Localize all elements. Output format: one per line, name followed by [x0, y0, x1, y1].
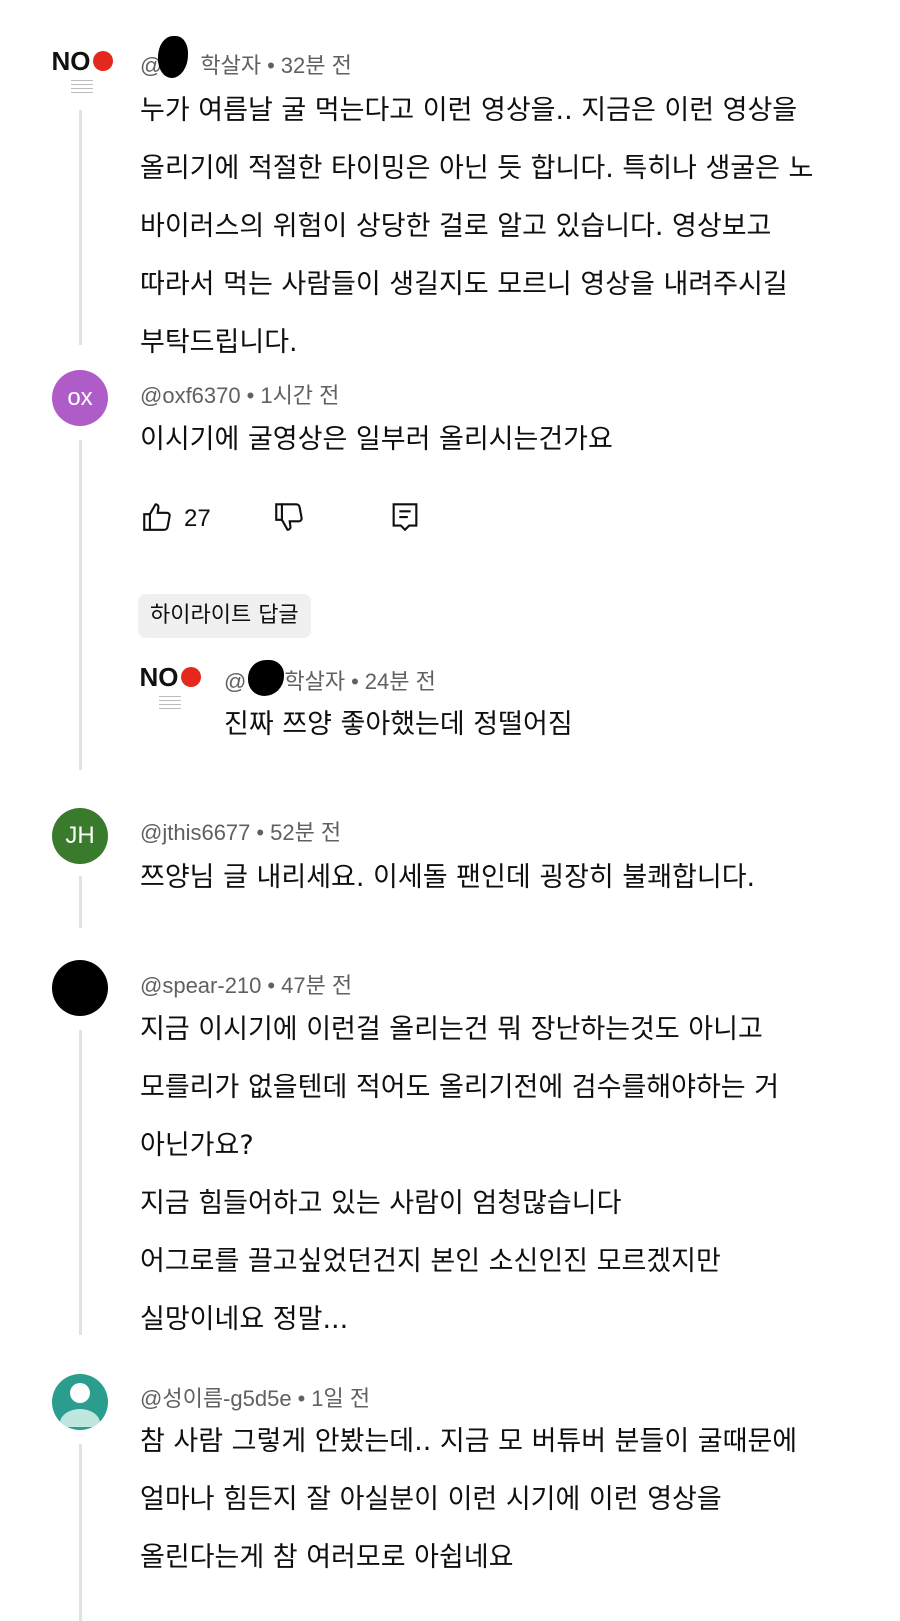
thread-line	[79, 1030, 82, 1335]
avatar[interactable]	[52, 960, 108, 1016]
dislike-button[interactable]	[272, 500, 306, 538]
username[interactable]: @oxf6370	[140, 383, 241, 408]
timestamp: 24분 전	[364, 669, 436, 694]
fine-print	[159, 696, 181, 710]
comment-meta: @jthis6677 • 52분 전	[140, 820, 342, 845]
red-circle-icon	[180, 667, 201, 687]
timestamp: 52분 전	[270, 820, 342, 845]
comment-meta: @spear-210 • 47분 전	[140, 973, 353, 998]
like-button[interactable]: 27	[140, 500, 211, 538]
thread-line	[79, 1444, 82, 1621]
avatar-initials: JH	[65, 822, 95, 849]
comment-text: 참 사람 그렇게 안봤는데.. 지금 모 버튜버 분들이 굴때문에 얼마나 힘든…	[140, 1426, 798, 1573]
thread-line	[79, 440, 82, 770]
person-icon	[52, 1374, 108, 1430]
username[interactable]: @jthis6677	[140, 820, 250, 845]
username[interactable]: @성이름-g5d5e	[140, 1386, 292, 1411]
timestamp: 1일 전	[311, 1386, 371, 1411]
avatar-no-logo[interactable]: NO	[51, 46, 113, 102]
comment-text: 누가 여름날 굴 먹는다고 이런 영상을.. 지금은 이런 영상을 올리기에 적…	[140, 95, 814, 358]
comment-text: 이시기에 굴영상은 일부러 올리시는건가요	[140, 424, 613, 455]
comment-actions: 27	[140, 500, 840, 540]
comment-meta: @성이름-g5d5e • 1일 전	[140, 1386, 371, 1411]
thumbs-up-icon	[140, 500, 174, 538]
avatar-initials: ox	[67, 384, 93, 411]
comment-meta: @oxf6370 • 1시간 전	[140, 383, 340, 408]
red-circle-icon	[92, 51, 113, 71]
highlighted-reply-chip[interactable]: 하이라이트 답글	[138, 594, 311, 638]
reply-text: 진짜 쯔양 좋아했는데 정떨어짐	[224, 709, 573, 740]
avatar[interactable]: ox	[52, 370, 108, 426]
thumbs-down-icon	[272, 500, 306, 538]
thread-line	[79, 110, 82, 345]
avatar-no-text: NO	[51, 46, 91, 76]
timestamp: 1시간 전	[260, 383, 340, 408]
reply-avatar-no-logo[interactable]: NO	[139, 662, 201, 718]
comment-text: 쯔양님 글 내리세요. 이세돌 팬인데 굉장히 불쾌합니다.	[140, 862, 756, 893]
comments-page: NO @ 학살자 • 32분 전 누가 여름날 굴 먹는다고 이런 영상을.. 지금은…	[0, 0, 900, 1621]
fine-print	[71, 80, 93, 94]
comment-text: 지금 이시기에 이런걸 올리는건 뭐 장난하는것도 아니고 모를리가 없을텐데 …	[140, 1014, 780, 1335]
avatar[interactable]	[52, 1374, 108, 1430]
like-count: 27	[184, 505, 211, 532]
timestamp: 47분 전	[281, 973, 353, 998]
username[interactable]: @spear-210	[140, 973, 261, 998]
username[interactable]: @ 학살자	[224, 669, 345, 694]
timestamp: 32분 전	[280, 53, 352, 78]
avatar-no-text: NO	[139, 662, 179, 692]
thread-line	[79, 876, 82, 928]
reply-button[interactable]	[388, 500, 422, 538]
reply-icon	[388, 500, 422, 538]
avatar[interactable]: JH	[52, 808, 108, 864]
